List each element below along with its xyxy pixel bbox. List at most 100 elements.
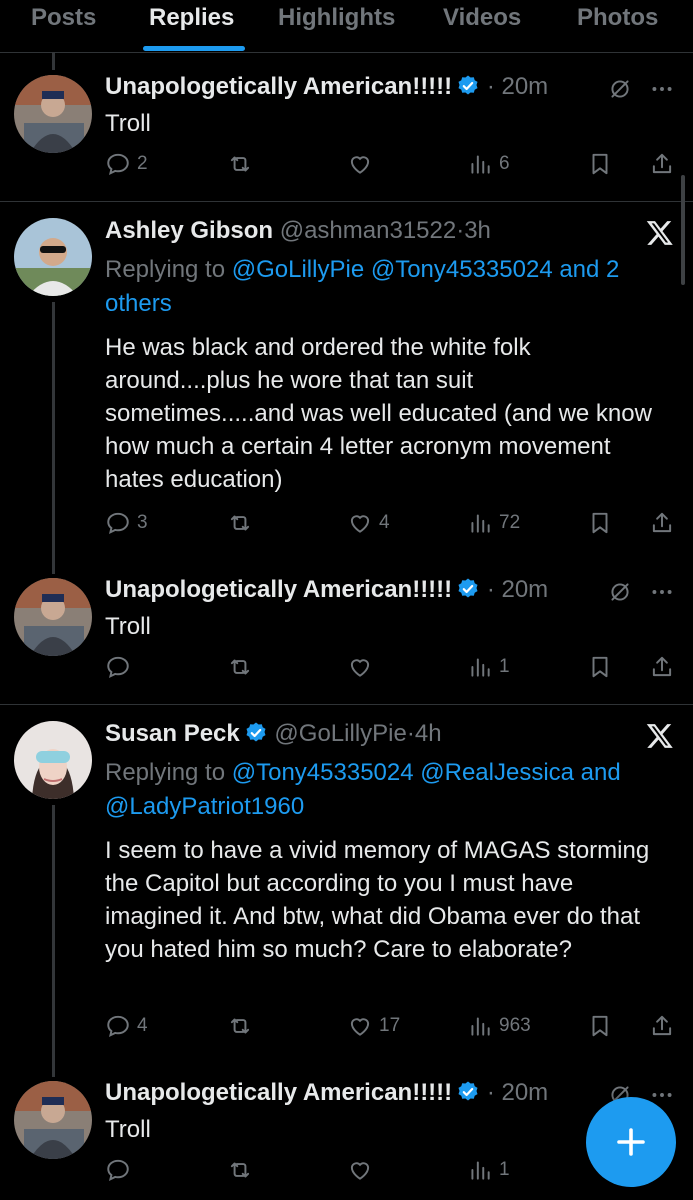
tab-videos[interactable]: Videos [443,4,521,32]
author-name[interactable]: Unapologetically American!!!!! [105,1079,452,1106]
tweet-header: Ashley Gibson @ashman31522·3h [105,217,491,244]
reply-icon [105,510,131,536]
bookmark-button[interactable] [587,652,613,682]
avatar[interactable] [14,1081,92,1159]
views-button[interactable]: 6 [467,149,510,179]
bookmark-button[interactable] [587,508,613,538]
compose-button[interactable] [586,1097,676,1187]
verified-badge-icon [456,577,480,601]
like-button[interactable]: 17 [347,1011,400,1041]
tweet-actions: 3 4 72 [0,508,693,538]
timestamp[interactable]: 3h [464,217,491,244]
tweet-actions: 4 17 963 [0,1011,693,1041]
verified-badge-icon [456,1080,480,1104]
bookmark-button[interactable] [587,149,613,179]
muted-icon[interactable] [607,76,633,102]
avatar[interactable] [14,218,92,296]
views-button[interactable]: 963 [467,1011,531,1041]
views-icon [467,654,493,680]
author-name[interactable]: Ashley Gibson [105,217,273,244]
reply-button[interactable] [105,652,131,682]
like-button[interactable] [347,652,373,682]
muted-icon[interactable] [607,579,633,605]
views-button[interactable]: 72 [467,508,520,538]
reply-button[interactable] [105,1155,131,1185]
timestamp[interactable]: 20m [501,576,548,603]
like-icon [347,1157,373,1183]
reply-button[interactable]: 3 [105,508,148,538]
views-icon [467,510,493,536]
reply-icon [105,654,131,680]
timestamp[interactable]: 20m [501,1079,548,1106]
retweet-icon [227,1013,253,1039]
bookmark-icon [587,510,613,536]
scrollbar[interactable] [681,175,685,285]
bookmark-icon [587,654,613,680]
x-logo-icon [645,218,675,248]
like-count: 4 [379,512,390,533]
retweet-button[interactable] [227,1011,253,1041]
reply-icon [105,151,131,177]
like-button[interactable] [347,1155,373,1185]
views-button[interactable]: 1 [467,1155,510,1185]
thread-line [52,52,55,70]
views-button[interactable]: 1 [467,652,510,682]
share-icon [649,151,675,177]
like-icon [347,1013,373,1039]
share-button[interactable] [649,652,675,682]
views-count: 72 [499,512,521,533]
retweet-button[interactable] [227,508,253,538]
avatar[interactable] [14,75,92,153]
verified-badge-icon [244,721,268,745]
tweet-text: Troll [105,613,151,640]
like-icon [347,151,373,177]
replying-to: Replying to @Tony45335024 @RealJessica a… [105,756,670,824]
timestamp[interactable]: 4h [415,720,442,747]
retweet-button[interactable] [227,1155,253,1185]
bookmark-button[interactable] [587,1011,613,1041]
like-button[interactable]: 4 [347,508,390,538]
views-icon [467,151,493,177]
tab-replies[interactable]: Replies [149,4,234,32]
tweet-text: Troll [105,110,151,137]
reply-button[interactable]: 4 [105,1011,148,1041]
replying-to: Replying to @GoLillyPie @Tony45335024 an… [105,253,670,321]
bookmark-icon [587,1013,613,1039]
views-icon [467,1013,493,1039]
retweet-button[interactable] [227,652,253,682]
more-icon[interactable] [649,579,675,605]
avatar[interactable] [14,578,92,656]
retweet-icon [227,151,253,177]
views-count: 1 [499,1159,510,1180]
views-icon [467,1157,493,1183]
author-name[interactable]: Susan Peck [105,720,240,747]
verified-badge-icon [456,74,480,98]
tab-posts[interactable]: Posts [31,4,96,32]
author-handle[interactable]: @ashman31522 [280,217,456,244]
share-button[interactable] [649,149,675,179]
divider [0,704,693,705]
timestamp[interactable]: 20m [501,73,548,100]
x-logo-icon [645,721,675,751]
more-icon[interactable] [649,76,675,102]
tweet-header: Unapologetically American!!!!! · 20m [105,73,549,100]
avatar[interactable] [14,721,92,799]
tweet-text: Troll [105,1116,151,1143]
like-icon [347,654,373,680]
reply-count: 3 [137,512,148,533]
like-button[interactable] [347,149,373,179]
share-icon [649,1013,675,1039]
reply-button[interactable]: 2 [105,149,148,179]
share-icon [649,654,675,680]
author-name[interactable]: Unapologetically American!!!!! [105,576,452,603]
retweet-button[interactable] [227,149,253,179]
profile-tabs: Posts Replies Highlights Videos Photos [0,0,693,53]
tab-photos[interactable]: Photos [577,4,658,32]
active-tab-indicator [143,46,245,51]
author-handle[interactable]: @GoLillyPie [274,720,406,747]
share-button[interactable] [649,1011,675,1041]
reply-count: 4 [137,1015,148,1036]
share-button[interactable] [649,508,675,538]
tab-highlights[interactable]: Highlights [278,4,395,32]
author-name[interactable]: Unapologetically American!!!!! [105,73,452,100]
